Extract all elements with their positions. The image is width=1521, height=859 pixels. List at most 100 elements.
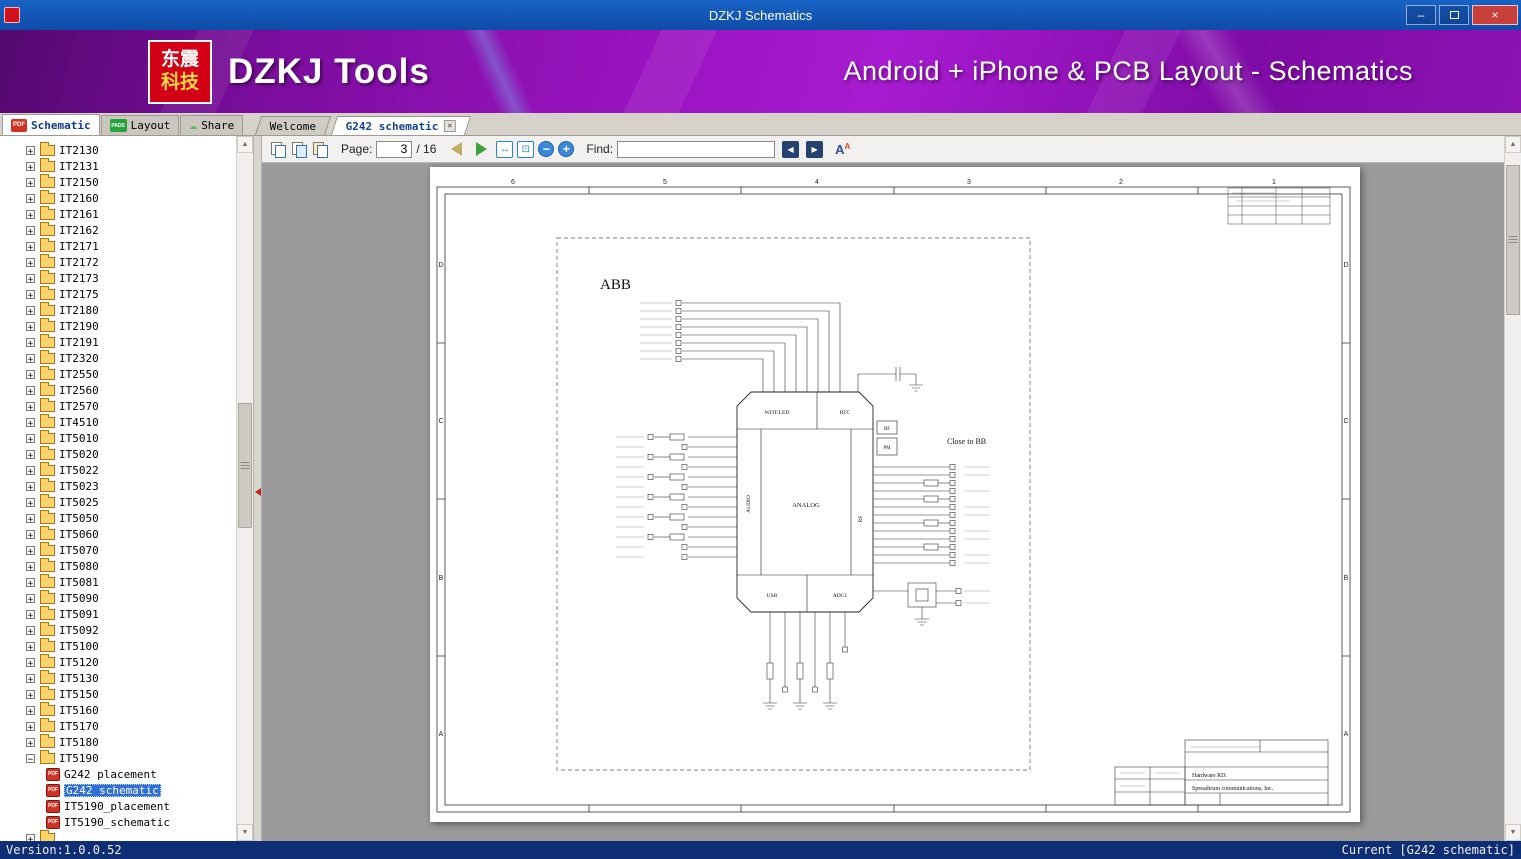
sidebar-scrollbar[interactable]: ▲ ▼: [236, 136, 253, 841]
tree-item[interactable]: IT2180: [0, 301, 236, 318]
tree-item[interactable]: IT5180: [0, 733, 236, 750]
next-page-button[interactable]: [476, 142, 488, 156]
tree-item[interactable]: IT5010: [0, 429, 236, 446]
main-scrollbar[interactable]: ▲ ▼: [1504, 136, 1521, 841]
tree-item[interactable]: IT5060: [0, 525, 236, 542]
tree-item[interactable]: IT2320: [0, 349, 236, 366]
tree-expander-icon[interactable]: [26, 209, 35, 219]
copy-page-icon[interactable]: [270, 141, 287, 158]
tree-expander-icon[interactable]: [26, 705, 35, 715]
tree-item[interactable]: IT5091: [0, 605, 236, 622]
tree-item[interactable]: IT2150: [0, 173, 236, 190]
tree-expander-icon[interactable]: [26, 673, 35, 683]
tree-item[interactable]: IT2560: [0, 381, 236, 398]
tree-expander-icon[interactable]: [26, 305, 35, 315]
tree-item[interactable]: IT5081: [0, 573, 236, 590]
tree-expander-icon[interactable]: [26, 193, 35, 203]
tree-expander-icon[interactable]: [26, 721, 35, 731]
tab-schematic[interactable]: PDF Schematic: [2, 114, 100, 135]
tree-expander-icon[interactable]: [26, 529, 35, 539]
tree-item[interactable]: IT5080: [0, 557, 236, 574]
tree-expander-icon[interactable]: [26, 353, 35, 363]
tree-expander-icon[interactable]: [26, 369, 35, 379]
find-previous-button[interactable]: [782, 140, 800, 158]
tree-expander-icon[interactable]: [26, 433, 35, 443]
tree-item[interactable]: IT5050: [0, 509, 236, 526]
tree-item[interactable]: IT5130: [0, 669, 236, 686]
tree-expander-icon[interactable]: [26, 273, 35, 283]
find-next-button[interactable]: [806, 140, 824, 158]
tree-expander-icon[interactable]: [26, 577, 35, 587]
text-size-icon[interactable]: [835, 142, 850, 157]
tree-expander-icon[interactable]: [26, 497, 35, 507]
tree-expander-icon[interactable]: [26, 145, 35, 155]
fit-width-button[interactable]: ↔: [496, 140, 514, 158]
tree-expander-icon[interactable]: [26, 417, 35, 427]
tree-expander-icon[interactable]: [26, 385, 35, 395]
tree-item[interactable]: IT5190_schematic: [0, 814, 236, 830]
tree-item[interactable]: IT5025: [0, 493, 236, 510]
tree-expander-icon[interactable]: [26, 609, 35, 619]
tree-item[interactable]: IT2161: [0, 205, 236, 222]
tree-item[interactable]: IT5190_placement: [0, 798, 236, 814]
tree-expander-icon[interactable]: [26, 625, 35, 635]
tree-expander-icon[interactable]: [26, 833, 35, 841]
tree-item[interactable]: IT5190: [0, 749, 236, 766]
tree-expander-icon[interactable]: [26, 593, 35, 603]
zoom-in-button[interactable]: [558, 141, 575, 157]
tab-share[interactable]: ☁ Share: [180, 115, 244, 135]
tree-expander-icon[interactable]: [26, 465, 35, 475]
page-number-input[interactable]: [376, 140, 413, 158]
tree-expander-icon[interactable]: [26, 241, 35, 251]
tree-expander-icon[interactable]: [26, 641, 35, 651]
scrollbar-thumb[interactable]: [238, 403, 252, 528]
scroll-down-icon[interactable]: ▼: [237, 824, 253, 841]
find-input[interactable]: [617, 140, 776, 158]
scrollbar-track[interactable]: [1505, 153, 1521, 824]
doc-tab-g242-schematic[interactable]: G242 schematic ×: [330, 116, 471, 135]
tree-item[interactable]: IT5160: [0, 701, 236, 718]
collapse-arrow-icon[interactable]: [255, 488, 261, 496]
tree-expander-icon[interactable]: [26, 337, 35, 347]
previous-page-button[interactable]: [451, 142, 463, 156]
tree-expander-icon[interactable]: [26, 257, 35, 267]
tree-item[interactable]: IT5022: [0, 461, 236, 478]
tree-expander-icon[interactable]: [26, 737, 35, 747]
close-button[interactable]: ×: [1472, 5, 1518, 25]
tree-item[interactable]: [0, 829, 236, 841]
tree-item[interactable]: IT5092: [0, 621, 236, 638]
scroll-down-icon[interactable]: ▼: [1505, 824, 1521, 841]
page-layout-icon[interactable]: [312, 141, 329, 158]
tree-expander-icon[interactable]: [26, 753, 35, 763]
zoom-out-button[interactable]: [538, 141, 555, 157]
tree-item[interactable]: IT5023: [0, 477, 236, 494]
tree-item[interactable]: IT5090: [0, 589, 236, 606]
tree-item[interactable]: IT2131: [0, 157, 236, 174]
tree-expander-icon[interactable]: [26, 321, 35, 331]
tree-item[interactable]: IT2175: [0, 285, 236, 302]
tree-expander-icon[interactable]: [26, 449, 35, 459]
tree-expander-icon[interactable]: [26, 161, 35, 171]
tree-item[interactable]: IT5120: [0, 653, 236, 670]
tree-item[interactable]: IT5150: [0, 685, 236, 702]
tree-item[interactable]: IT5020: [0, 445, 236, 462]
tree-item[interactable]: IT5070: [0, 541, 236, 558]
tree-item[interactable]: IT2160: [0, 189, 236, 206]
tree-item[interactable]: IT2171: [0, 237, 236, 254]
tree-expander-icon[interactable]: [26, 177, 35, 187]
tree-item[interactable]: G242 schematic: [0, 782, 236, 798]
tree-item[interactable]: IT2191: [0, 333, 236, 350]
tree-expander-icon[interactable]: [26, 481, 35, 491]
tree-item[interactable]: IT2550: [0, 365, 236, 382]
tree-expander-icon[interactable]: [26, 689, 35, 699]
tree-item[interactable]: IT2162: [0, 221, 236, 238]
snapshot-page-icon[interactable]: [291, 141, 308, 158]
minimize-button[interactable]: –: [1406, 5, 1436, 25]
tree-expander-icon[interactable]: [26, 545, 35, 555]
tree-item[interactable]: IT2570: [0, 397, 236, 414]
sidebar-splitter[interactable]: [253, 136, 262, 841]
scrollbar-track[interactable]: [237, 153, 253, 824]
tree-item[interactable]: IT2173: [0, 269, 236, 286]
scroll-up-icon[interactable]: ▲: [237, 136, 253, 153]
tree-item[interactable]: IT2190: [0, 317, 236, 334]
